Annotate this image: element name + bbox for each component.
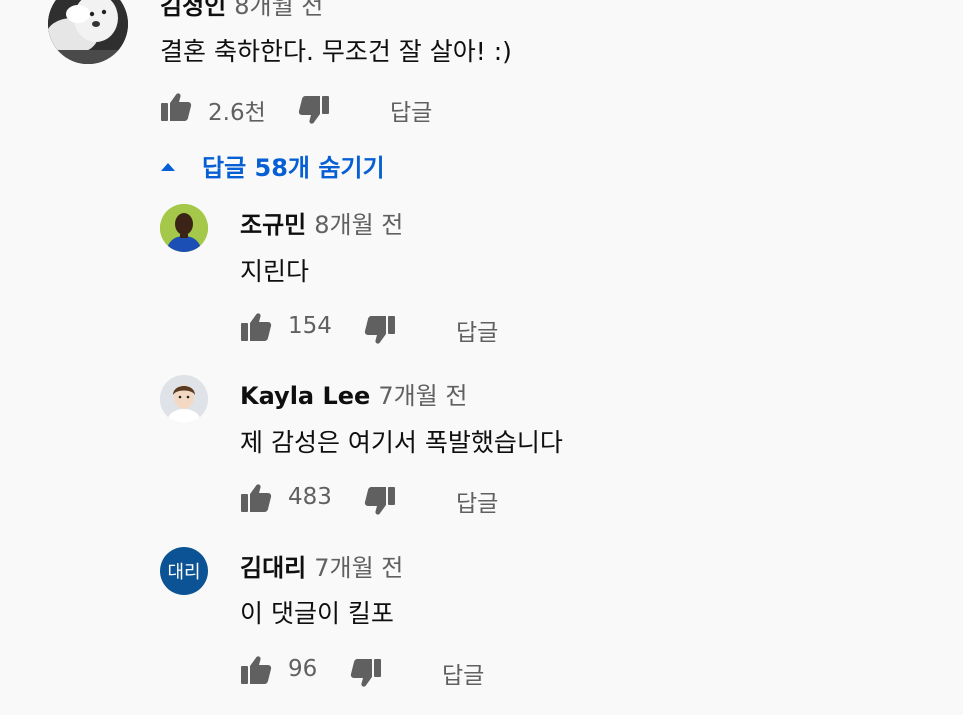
thumbs-up-icon[interactable] bbox=[240, 311, 272, 343]
comment-author[interactable]: Kayla Lee bbox=[240, 382, 370, 410]
comment-text: 제 감성은 여기서 폭발했습니다 bbox=[240, 428, 563, 457]
dog-photo bbox=[48, 0, 128, 64]
comment-author[interactable]: 조규민 bbox=[240, 211, 306, 239]
thumbs-down-icon[interactable] bbox=[364, 314, 396, 346]
hide-replies-button[interactable]: 답글 58개 숨기기 bbox=[160, 148, 385, 183]
hide-replies-label: 답글 58개 숨기기 bbox=[202, 154, 385, 182]
comment-author[interactable]: 김청인 bbox=[160, 0, 226, 20]
thumbs-down-icon[interactable] bbox=[298, 94, 330, 126]
comment-text: 결혼 축하한다. 무조건 잘 살아! :) bbox=[160, 37, 512, 66]
comment-time[interactable]: 8개월 전 bbox=[234, 0, 323, 20]
like-count: 96 bbox=[288, 656, 318, 682]
caret-up-icon bbox=[161, 163, 175, 171]
thumbs-up-icon[interactable] bbox=[240, 482, 272, 514]
thumbs-down-icon[interactable] bbox=[350, 657, 382, 689]
avatar-initials: 대리 bbox=[167, 562, 201, 583]
comment-time[interactable]: 7개월 전 bbox=[378, 382, 467, 410]
avatar-photo bbox=[160, 204, 208, 252]
thumbs-down-icon[interactable] bbox=[364, 485, 396, 517]
comment-text: 이 댓글이 킬포 bbox=[240, 599, 394, 628]
like-count: 154 bbox=[288, 313, 332, 339]
reply-button[interactable]: 답글 bbox=[456, 484, 498, 518]
avatar[interactable]: 대리 bbox=[160, 547, 208, 595]
comment-time[interactable]: 7개월 전 bbox=[314, 554, 403, 582]
like-count: 483 bbox=[288, 484, 332, 510]
comment-time[interactable]: 8개월 전 bbox=[314, 211, 403, 239]
reply-button[interactable]: 답글 bbox=[442, 656, 484, 690]
thumbs-up-icon[interactable] bbox=[240, 654, 272, 686]
comment-author-line: 김대리 7개월 전 bbox=[240, 548, 403, 583]
avatar-photo bbox=[160, 375, 208, 423]
avatar[interactable] bbox=[48, 0, 128, 64]
comment-author-line: 김청인 8개월 전 bbox=[160, 0, 323, 21]
comment-author-line: 조규민 8개월 전 bbox=[240, 205, 403, 240]
like-count: 2.6천 bbox=[208, 100, 266, 126]
comment-text: 지린다 bbox=[240, 257, 310, 286]
comment-author-line: Kayla Lee 7개월 전 bbox=[240, 376, 467, 411]
avatar[interactable] bbox=[160, 375, 208, 423]
reply-button[interactable]: 답글 bbox=[390, 93, 432, 127]
reply-button[interactable]: 답글 bbox=[456, 313, 498, 347]
thumbs-up-icon[interactable] bbox=[160, 91, 192, 123]
comment-author[interactable]: 김대리 bbox=[240, 554, 306, 582]
avatar[interactable] bbox=[160, 204, 208, 252]
